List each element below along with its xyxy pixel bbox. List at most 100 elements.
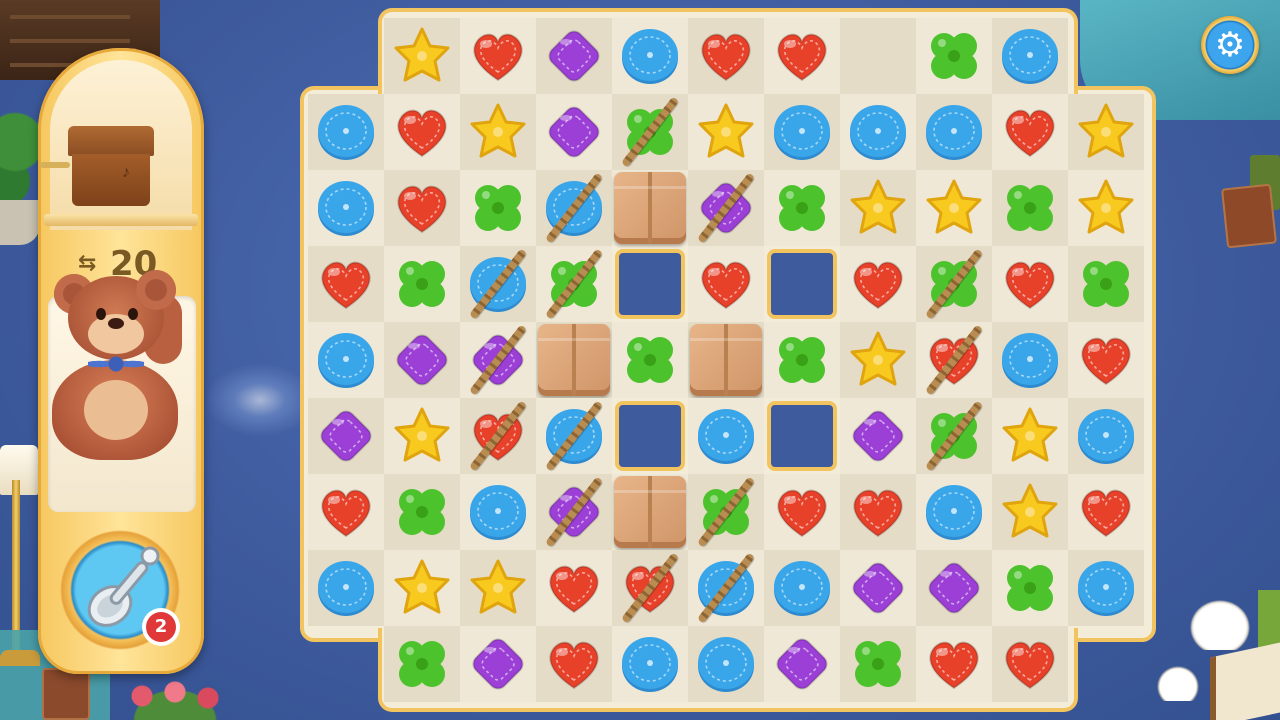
diamond-piece[interactable] <box>694 176 758 240</box>
heart-piece[interactable] <box>618 556 682 620</box>
diamond-piece[interactable] <box>314 404 378 468</box>
heart-piece[interactable] <box>694 24 758 88</box>
clover-piece[interactable] <box>998 176 1062 240</box>
button-piece[interactable] <box>314 176 378 240</box>
heart-piece[interactable] <box>466 24 530 88</box>
button-piece[interactable] <box>618 24 682 88</box>
clover-piece[interactable] <box>846 632 910 696</box>
heart-piece[interactable] <box>998 252 1062 316</box>
board-cell <box>460 170 536 246</box>
button-piece[interactable] <box>694 556 758 620</box>
button-piece[interactable] <box>466 480 530 544</box>
button-piece[interactable] <box>1074 404 1138 468</box>
star-piece[interactable] <box>922 176 986 240</box>
star-piece[interactable] <box>846 328 910 392</box>
board-cell <box>612 626 688 702</box>
heart-piece[interactable] <box>390 176 454 240</box>
button-piece[interactable] <box>998 328 1062 392</box>
heart-piece[interactable] <box>922 328 986 392</box>
heart-piece[interactable] <box>922 632 986 696</box>
clover-piece[interactable] <box>542 252 606 316</box>
clover-piece[interactable] <box>922 24 986 88</box>
star-piece[interactable] <box>390 24 454 88</box>
star-piece[interactable] <box>1074 176 1138 240</box>
star-piece[interactable] <box>846 176 910 240</box>
clover-piece[interactable] <box>618 100 682 164</box>
diamond-piece[interactable] <box>922 556 986 620</box>
heart-piece[interactable] <box>542 632 606 696</box>
diamond-piece[interactable] <box>466 328 530 392</box>
heart-piece[interactable] <box>542 556 606 620</box>
star-piece[interactable] <box>1074 100 1138 164</box>
button-piece[interactable] <box>542 404 606 468</box>
heart-icon <box>473 413 523 462</box>
heart-piece[interactable] <box>998 100 1062 164</box>
clover-piece[interactable] <box>390 252 454 316</box>
star-piece[interactable] <box>390 556 454 620</box>
clover-piece[interactable] <box>922 404 986 468</box>
button-piece[interactable] <box>922 100 986 164</box>
heart-icon <box>397 185 447 234</box>
button-piece[interactable] <box>694 404 758 468</box>
board-cell <box>384 474 460 550</box>
heart-piece[interactable] <box>770 480 834 544</box>
clover-piece[interactable] <box>770 176 834 240</box>
clover-piece[interactable] <box>1074 252 1138 316</box>
diamond-piece[interactable] <box>846 556 910 620</box>
heart-piece[interactable] <box>314 252 378 316</box>
star-piece[interactable] <box>998 480 1062 544</box>
button-piece[interactable] <box>314 100 378 164</box>
board-cell <box>308 94 384 170</box>
clover-piece[interactable] <box>466 176 530 240</box>
star-piece[interactable] <box>466 100 530 164</box>
clover-piece[interactable] <box>770 328 834 392</box>
heart-piece[interactable] <box>770 24 834 88</box>
button-piece[interactable] <box>314 328 378 392</box>
button-piece[interactable] <box>770 556 834 620</box>
clover-piece[interactable] <box>694 480 758 544</box>
button-piece[interactable] <box>314 556 378 620</box>
heart-piece[interactable] <box>846 252 910 316</box>
button-piece[interactable] <box>998 24 1062 88</box>
clover-piece[interactable] <box>922 252 986 316</box>
button-piece[interactable] <box>770 100 834 164</box>
button-piece[interactable] <box>542 176 606 240</box>
star-piece[interactable] <box>390 404 454 468</box>
button-piece[interactable] <box>1074 556 1138 620</box>
diamond-piece[interactable] <box>542 480 606 544</box>
heart-piece[interactable] <box>390 100 454 164</box>
star-piece[interactable] <box>466 556 530 620</box>
clover-icon <box>399 641 445 687</box>
button-icon <box>926 485 982 540</box>
heart-piece[interactable] <box>998 632 1062 696</box>
diamond-piece[interactable] <box>770 632 834 696</box>
button-piece[interactable] <box>922 480 986 544</box>
star-piece[interactable] <box>694 100 758 164</box>
button-piece[interactable] <box>466 252 530 316</box>
board-cell <box>460 246 536 322</box>
button-piece[interactable] <box>846 100 910 164</box>
star-piece[interactable] <box>998 404 1062 468</box>
diamond-piece[interactable] <box>390 328 454 392</box>
clover-piece[interactable] <box>998 556 1062 620</box>
heart-piece[interactable] <box>466 404 530 468</box>
button-icon <box>318 105 374 160</box>
diamond-piece[interactable] <box>542 100 606 164</box>
heart-piece[interactable] <box>314 480 378 544</box>
diamond-piece[interactable] <box>542 24 606 88</box>
heart-piece[interactable] <box>846 480 910 544</box>
board-cell <box>612 246 688 322</box>
diamond-icon <box>852 410 904 462</box>
button-piece[interactable] <box>694 632 758 696</box>
clover-piece[interactable] <box>618 328 682 392</box>
heart-piece[interactable] <box>1074 480 1138 544</box>
button-piece[interactable] <box>618 632 682 696</box>
diamond-piece[interactable] <box>466 632 530 696</box>
settings-button[interactable]: ⚙ <box>1201 16 1259 74</box>
clover-piece[interactable] <box>390 480 454 544</box>
board-cell <box>992 94 1068 170</box>
heart-piece[interactable] <box>1074 328 1138 392</box>
diamond-piece[interactable] <box>846 404 910 468</box>
clover-piece[interactable] <box>390 632 454 696</box>
heart-piece[interactable] <box>694 252 758 316</box>
